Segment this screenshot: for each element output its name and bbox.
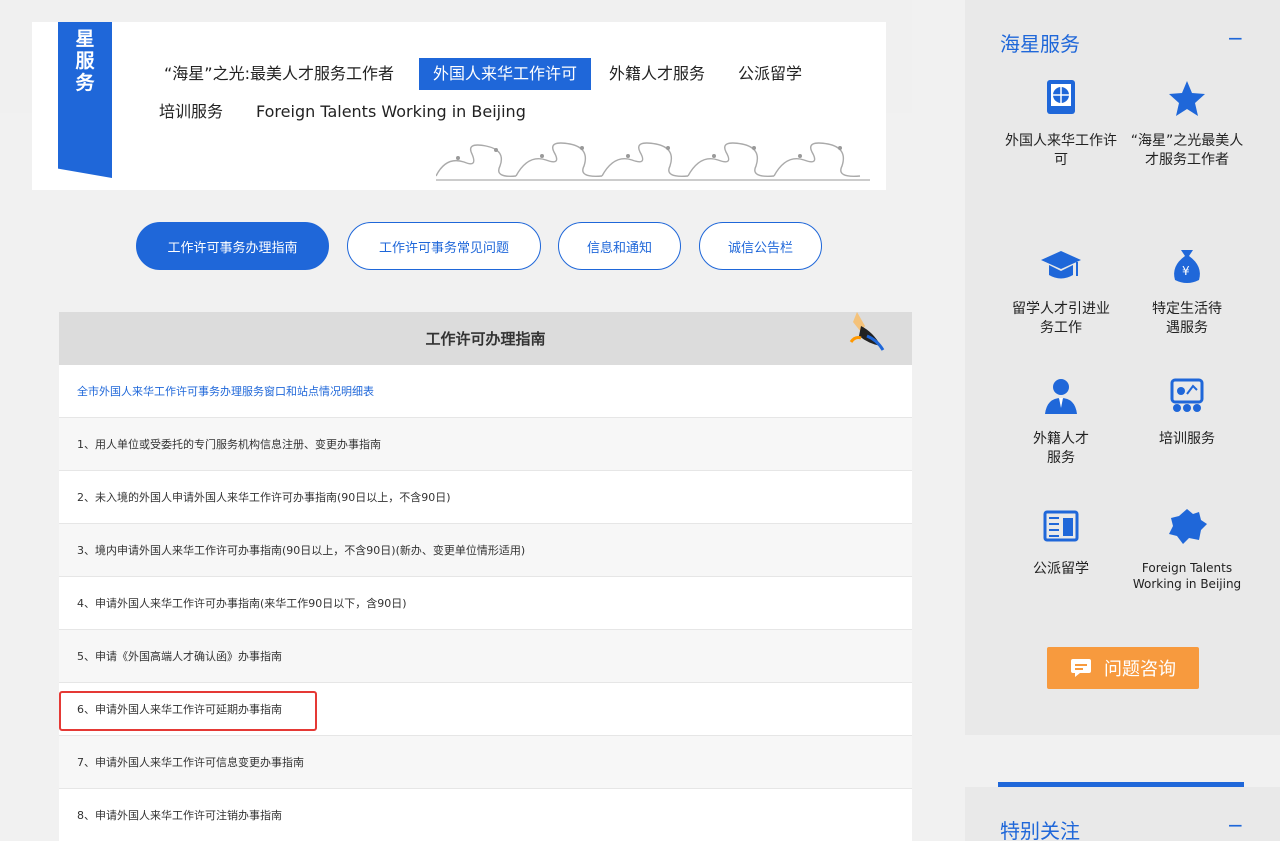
pill-work-permit-guide[interactable]: 工作许可事务办理指南 [136, 222, 329, 270]
guide-item-3[interactable]: 3、境内申请外国人来华工作许可办事指南(90日以上，不含90日)(新办、变更单位… [59, 524, 912, 577]
pill-work-permit-faq[interactable]: 工作许可事务常见问题 [347, 222, 541, 270]
service-label: Foreign Talents Working in Beijing [1132, 561, 1242, 591]
pill-info-notice[interactable]: 信息和通知 [558, 222, 681, 270]
service-label: 留学人才引进业务工作 [1012, 301, 1110, 336]
svg-text:¥: ¥ [1182, 264, 1190, 278]
service-special-living[interactable]: ¥ 特定生活待遇服务 [1122, 246, 1252, 338]
guide-item-4[interactable]: 4、申请外国人来华工作许可办事指南(来华工作90日以下，含90日) [59, 577, 912, 630]
consult-label: 问题咨询 [1104, 659, 1176, 680]
service-haixing-light[interactable]: “海星”之光最美人才服务工作者 [1122, 78, 1252, 170]
service-foreign-talents-beijing[interactable]: Foreign Talents Working in Beijing [1122, 506, 1252, 592]
guide-header: 工作许可办理指南 [59, 312, 912, 365]
service-label: 培训服务 [1159, 431, 1215, 447]
guide-item-window-list[interactable]: 全市外国人来华工作许可事务办理服务窗口和站点情况明细表 [59, 365, 912, 418]
service-label: 特定生活待遇服务 [1152, 301, 1222, 336]
beijing-map-icon [1169, 509, 1207, 544]
special-attention-collapse-button[interactable]: − [1227, 813, 1244, 837]
star-service-tab: 星服务 [58, 22, 112, 178]
chat-bubble-icon [1071, 659, 1091, 677]
nav-haixing-light[interactable]: “海星”之光:最美人才服务工作者 [164, 58, 394, 90]
star-service-tab-label: 星服务 [75, 28, 95, 94]
guide-item-6[interactable]: 6、申请外国人来华工作许可延期办事指南 [59, 683, 912, 736]
guide-title: 工作许可办理指南 [425, 330, 546, 348]
sidebar-haixing-service: 海星服务 − 外国人来华工作许可 “海星”之光最美人才服务工作者 留学人才引进业… [965, 0, 1280, 735]
guide-item-1[interactable]: 1、用人单位或受委托的专门服务机构信息注册、变更办事指南 [59, 418, 912, 471]
service-study-talent[interactable]: 留学人才引进业务工作 [996, 246, 1126, 338]
rocket-mascot-icon [849, 312, 885, 351]
work-permit-guide-list: 工作许可办理指南 全市外国人来华工作许可事务办理服务窗口和站点情况明细表 1、用… [59, 312, 912, 841]
person-icon [1045, 379, 1077, 414]
service-label: “海星”之光最美人才服务工作者 [1130, 133, 1244, 168]
presentation-board-icon [1170, 378, 1204, 412]
nav-work-permit[interactable]: 外国人来华工作许可 [419, 58, 592, 90]
sidebar-collapse-button[interactable]: − [1227, 26, 1244, 50]
nav-foreign-talent-service[interactable]: 外籍人才服务 [609, 58, 705, 90]
service-public-study[interactable]: 公派留学 [996, 506, 1126, 579]
nav-public-study-abroad[interactable]: 公派留学 [738, 58, 802, 90]
nav-training-service[interactable]: 培训服务 [159, 96, 223, 128]
pill-credit-board[interactable]: 诚信公告栏 [699, 222, 822, 270]
star-icon [1169, 81, 1205, 116]
wave-pattern-decoration [436, 142, 870, 181]
passport-globe-icon [1047, 80, 1075, 114]
guide-item-2[interactable]: 2、未入境的外国人申请外国人来华工作许可办事指南(90日以上，不含90日) [59, 471, 912, 524]
service-training[interactable]: 培训服务 [1122, 376, 1252, 449]
consult-button[interactable]: 问题咨询 [1047, 647, 1199, 689]
guide-item-7[interactable]: 7、申请外国人来华工作许可信息变更办事指南 [59, 736, 912, 789]
graduation-cap-icon [1041, 251, 1081, 279]
guide-item-5[interactable]: 5、申请《外国高端人才确认函》办事指南 [59, 630, 912, 683]
sidebar-special-attention: 特别关注 − [965, 787, 1280, 841]
guide-item-8[interactable]: 8、申请外国人来华工作许可注销办事指南 [59, 789, 912, 841]
money-bag-icon: ¥ [1174, 250, 1200, 283]
service-label: 公派留学 [1033, 561, 1089, 577]
nav-foreign-talents-beijing[interactable]: Foreign Talents Working in Beijing [256, 96, 526, 128]
service-label: 外籍人才服务 [1033, 431, 1089, 466]
service-work-permit[interactable]: 外国人来华工作许可 [996, 78, 1126, 170]
sidebar-title: 海星服务 [1000, 32, 1080, 56]
special-attention-title: 特别关注 [1000, 819, 1080, 841]
service-foreign-talent[interactable]: 外籍人才服务 [996, 376, 1126, 468]
newspaper-icon [1043, 510, 1079, 542]
service-label: 外国人来华工作许可 [1005, 133, 1117, 168]
